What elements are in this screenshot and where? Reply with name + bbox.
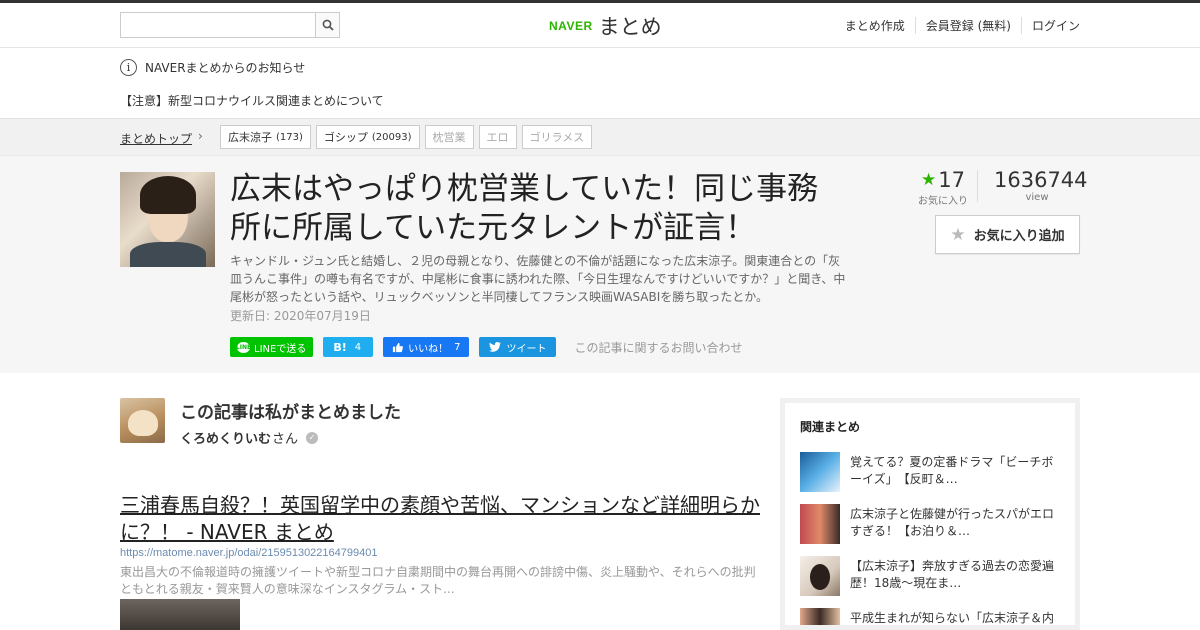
main-content: この記事は私がまとめました くろめくりいむ さん ✓ 三浦春馬自殺？！英国留学中の… [0,373,1200,630]
related-sidebar: 関連まとめ 覚えてる？夏の定番ドラマ「ビーチボーイズ」 【反町＆… 広末涼子と佐… [780,398,1080,630]
related-thumbnail [800,504,840,544]
search-box [120,12,340,38]
author-avatar[interactable] [120,398,165,443]
favorites-stat: ★ 17 お気に入り [916,168,970,207]
inquiry-link[interactable]: この記事に関するお問い合わせ [574,339,742,356]
related-item[interactable]: 【広末涼子】奔放すぎる過去の恋愛遍歴！18歳〜現在ま… [800,556,1060,597]
related-thumbnail [800,556,840,596]
share-bar: LINE LINEで送る B! 4 いいね！ 7 ツイート この記事に関するお問い合わ… [230,337,743,357]
related-heading: 関連まとめ [800,420,861,434]
views-label: view [1025,192,1049,203]
tag-count: (20093) [371,131,412,143]
create-matome-link[interactable]: まとめ作成 [835,17,915,34]
article-stats: ★ 17 お気に入り 1636744 view [910,168,1088,208]
tag-gossip[interactable]: ゴシップ (20093) [315,125,420,149]
tag-ero[interactable]: エロ [478,125,517,149]
article-thumbnail [120,172,215,267]
author-suffix: さん [272,432,299,447]
facebook-like-label: いいね！ [408,343,449,355]
notice-item-link[interactable]: 【注意】新型コロナウイルス関連まとめについて [120,92,384,109]
login-link[interactable]: ログイン [1020,17,1080,34]
hatena-icon: B! [333,340,347,354]
line-share-label: LINEで送る [254,343,307,355]
author-name-text: くろめくりいむ [180,432,272,447]
search-button[interactable] [315,12,340,38]
search-icon [322,19,334,31]
tag-list: 広末涼子 (173) ゴシップ (20093) 枕営業 エロ ゴリラメス [220,125,597,149]
related-title: 広末涼子と佐藤健が行ったスパがエロすぎる！【お泊り＆… [850,507,1055,538]
tag-makura[interactable]: 枕営業 [424,125,474,149]
related-thumbnail [800,452,840,492]
views-count: 1636744 [994,168,1088,192]
updated-date: 更新日: 2020年07月19日 [230,309,371,323]
hatena-count: 4 [354,341,362,353]
link-card-image[interactable] [120,599,240,630]
tag-count: (173) [276,131,303,143]
logo-matome: まとめ [598,15,662,39]
site-logo[interactable]: NAVER まとめ [549,11,662,41]
add-favorite-label: お気に入り追加 [973,229,1065,244]
register-link[interactable]: 会員登録 (無料) [914,17,1021,34]
line-share-button[interactable]: LINE LINEで送る [230,337,314,357]
link-card-description: 東出昌大の不倫報道時の擁護ツイートや新型コロナ自粛期間中の舞台再開への誹謗中傷、… [120,565,756,596]
logo-naver: NAVER [549,19,593,33]
related-title: 覚えてる？夏の定番ドラマ「ビーチボーイズ」 【反町＆… [850,455,1054,486]
add-favorite-button[interactable]: ★ お気に入り追加 [935,215,1080,254]
verified-check-icon: ✓ [306,431,319,444]
tag-label: ゴシップ [323,131,368,144]
article-description: キャンドル・ジュン氏と結婚し、２児の母親となり、佐藤健との不倫が話題になった広末… [230,254,846,304]
site-header: NAVER まとめ まとめ作成 会員登録 (無料) ログイン [0,3,1200,48]
thumbs-up-icon [393,342,404,352]
link-card-title[interactable]: 三浦春馬自殺？！英国留学中の素顔や苦悩、マンションなど詳細明らかに？！ - NA… [120,492,760,546]
facebook-like-button[interactable]: いいね！ 7 [383,337,470,357]
notice-title: NAVERまとめからのお知らせ [145,61,306,75]
article-header: 広末はやっぱり枕営業していた！同じ事務所に所属していた元タレントが証言！ キャン… [0,156,1200,373]
article-title: 広末はやっぱり枕営業していた！同じ事務所に所属していた元タレントが証言！ [230,171,819,246]
twitter-bird-icon [489,342,502,352]
related-thumbnail [800,608,840,625]
related-title: 平成生まれが知らない「広末涼子＆内田有紀」アイドル無… [850,611,1055,625]
twitter-tweet-button[interactable]: ツイート [479,337,557,357]
views-stat: 1636744 view [994,168,1088,203]
star-icon: ★ [921,170,937,190]
stats-divider [977,170,978,202]
tag-hirosue[interactable]: 広末涼子 (173) [220,125,311,149]
search-input[interactable] [120,12,315,38]
related-title: 【広末涼子】奔放すぎる過去の恋愛遍歴！18歳〜現在ま… [850,559,1055,590]
header-nav: まとめ作成 会員登録 (無料) ログイン [835,17,1080,34]
hatena-bookmark-button[interactable]: B! 4 [323,337,374,357]
author-heading: この記事は私がまとめました [180,403,401,423]
favorites-count: 17 [938,168,965,192]
info-icon: i [120,59,137,76]
tag-gorillames[interactable]: ゴリラメス [521,125,593,149]
facebook-count: 7 [454,341,461,353]
tweet-label: ツイート [506,343,547,355]
notice-heading: i NAVERまとめからのお知らせ [120,59,305,76]
breadcrumb-top-link[interactable]: まとめトップ [120,130,192,147]
breadcrumb: まとめトップ › 広末涼子 (173) ゴシップ (20093) 枕営業 エロ ゴリ… [0,118,1200,156]
related-item[interactable]: 覚えてる？夏の定番ドラマ「ビーチボーイズ」 【反町＆… [800,452,1060,493]
related-item[interactable]: 広末涼子と佐藤健が行ったスパがエロすぎる！【お泊り＆… [800,504,1060,545]
favorites-label: お気に入り [918,196,968,207]
chevron-right-icon: › [198,129,203,143]
author-name[interactable]: くろめくりいむ さん ✓ [180,428,319,447]
line-icon: LINE [235,341,252,353]
tag-label: 広末涼子 [228,131,272,144]
link-card-url[interactable]: https://matome.naver.jp/odai/21595130221… [120,547,377,559]
star-outline-icon: ★ [950,224,966,245]
related-item[interactable]: 平成生まれが知らない「広末涼子＆内田有紀」アイドル無… [800,608,1060,625]
notice-area: i NAVERまとめからのお知らせ 【注意】新型コロナウイルス関連まとめについて [0,48,1200,118]
